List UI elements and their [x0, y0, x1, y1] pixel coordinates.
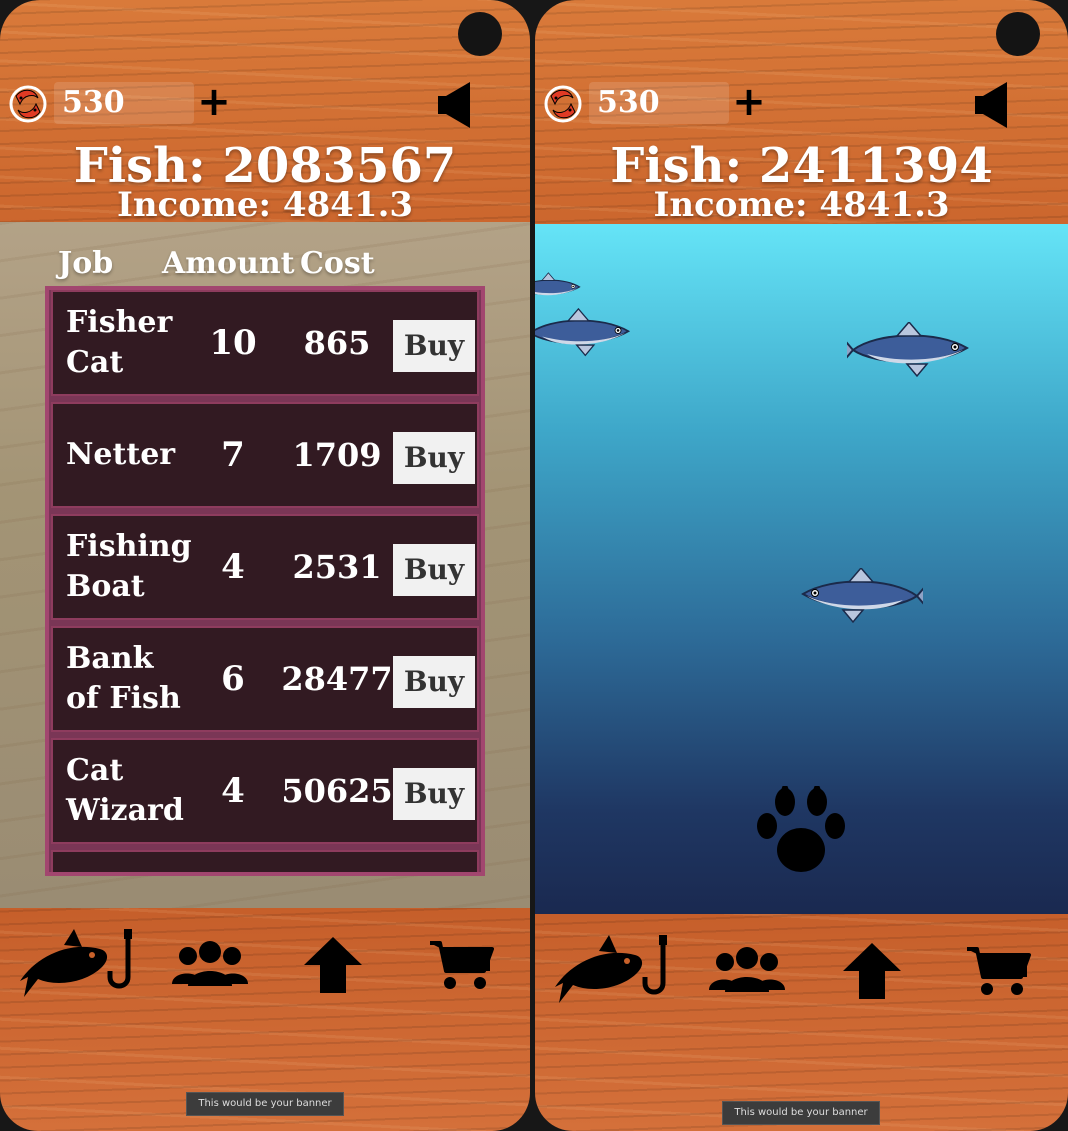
job-row: Bank of Fish 6 28477 Buy [51, 626, 479, 732]
right-phone-screen: 530 + Fish: 2411394 Income: 4841.3 This … [535, 0, 1068, 1131]
bottom-nav [535, 926, 1068, 1016]
job-row: Fisher Cat 10 865 Buy [51, 290, 479, 396]
camera-notch [458, 12, 502, 56]
fish-sprite[interactable] [535, 308, 637, 358]
job-cost: 865 [303, 324, 371, 362]
job-row: Cat Wizard 4 50625 Buy [51, 738, 479, 844]
job-name: Cat Wizard [66, 753, 184, 828]
nav-fishing[interactable] [551, 926, 677, 1016]
ocean-view[interactable] [535, 224, 1068, 914]
job-name: Fishing Boat [66, 529, 192, 604]
job-name: Netter [66, 437, 176, 472]
fish-sprite[interactable] [535, 272, 585, 304]
job-amount: 10 [209, 323, 257, 363]
koi-gem-icon [9, 85, 47, 123]
workers-icon [709, 947, 785, 992]
upgrade-arrow-icon [843, 943, 901, 999]
upgrade-arrow-icon [304, 937, 362, 993]
job-name: Bank of Fish [66, 641, 181, 716]
camera-notch [996, 12, 1040, 56]
speaker-icon[interactable] [973, 80, 1013, 130]
job-amount: 7 [221, 435, 245, 475]
income-rate: Income: 4841.3 [116, 185, 414, 225]
job-cost: 1709 [292, 436, 382, 474]
job-cost: 28477 [281, 660, 393, 698]
income-rate: Income: 4841.3 [653, 185, 950, 225]
shop-cart-icon [967, 947, 1031, 995]
fishing-icon [555, 935, 667, 1003]
koi-gem-icon [544, 85, 582, 123]
nav-workers[interactable] [170, 920, 250, 1010]
nav-workers[interactable] [707, 926, 787, 1016]
column-header-amount: Amount [162, 246, 295, 281]
job-cost: 50625 [281, 772, 393, 810]
speaker-icon[interactable] [436, 80, 476, 130]
ad-banner[interactable]: This would be your banner [722, 1101, 880, 1125]
fish-sprite[interactable] [847, 322, 977, 378]
shop-cart-icon [430, 941, 494, 989]
job-list[interactable]: Fisher Cat 10 865 Buy Netter 7 1709 Buy … [45, 286, 485, 876]
job-cost: 2531 [292, 548, 382, 586]
nav-upgrades[interactable] [300, 920, 366, 1010]
job-amount: 6 [221, 659, 245, 699]
nav-shop[interactable] [963, 926, 1033, 1016]
top-bar: 530 + [6, 80, 530, 128]
job-row-partial [51, 850, 479, 872]
buy-button[interactable]: Buy [393, 432, 475, 484]
add-gems-button[interactable]: + [731, 80, 767, 124]
job-amount: 4 [221, 547, 245, 587]
buy-button[interactable]: Buy [393, 544, 475, 596]
job-row: Fishing Boat 4 2531 Buy [51, 514, 479, 620]
column-header-cost: Cost [300, 246, 375, 281]
job-row: Netter 7 1709 Buy [51, 402, 479, 508]
job-amount: 4 [221, 771, 245, 811]
paw-tap-icon[interactable] [753, 786, 849, 878]
workers-icon [172, 941, 248, 986]
fish-sprite[interactable] [793, 568, 923, 624]
job-name: Fisher Cat [66, 305, 173, 380]
top-bar: 530 + [541, 80, 1068, 128]
gem-count: 530 [589, 82, 729, 124]
bottom-nav [0, 920, 530, 1010]
gem-count: 530 [54, 82, 194, 124]
buy-button[interactable]: Buy [393, 768, 475, 820]
jobs-panel: Job Amount Cost Fisher Cat 10 865 Buy Ne… [0, 222, 530, 908]
ad-banner[interactable]: This would be your banner [186, 1092, 344, 1116]
column-header-job: Job [58, 246, 114, 281]
fishing-icon [20, 929, 132, 997]
left-phone-screen: 530 + Fish: 2083567 Income: 4841.3 Job A… [0, 0, 530, 1131]
nav-shop[interactable] [426, 920, 496, 1010]
nav-upgrades[interactable] [839, 926, 905, 1016]
nav-fishing[interactable] [16, 920, 142, 1010]
buy-button[interactable]: Buy [393, 656, 475, 708]
add-gems-button[interactable]: + [196, 80, 232, 124]
buy-button[interactable]: Buy [393, 320, 475, 372]
